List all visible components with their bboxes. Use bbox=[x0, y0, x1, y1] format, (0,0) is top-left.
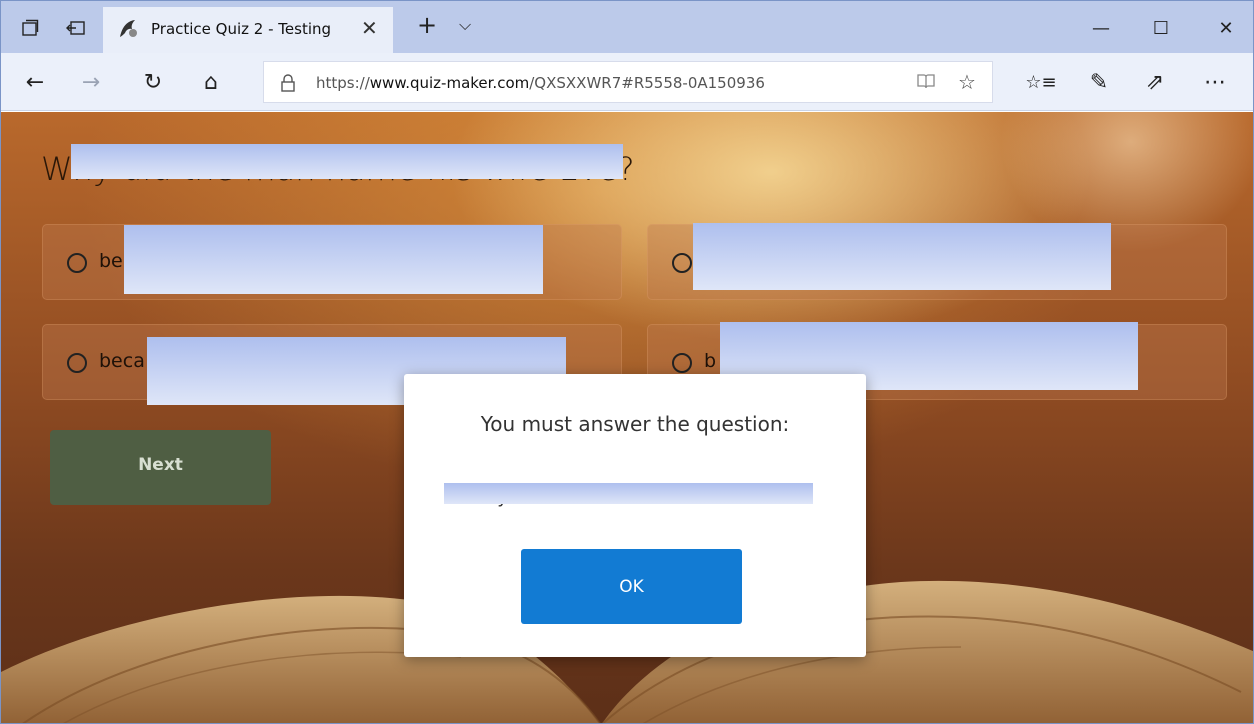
more-icon[interactable]: ⋯ bbox=[1197, 66, 1233, 98]
address-bar[interactable]: https://www.quiz-maker.com/QXSXXWR7#R555… bbox=[263, 61, 993, 103]
browser-window: Practice Quiz 2 - Testing ✕ + ⌵ — ☐ ✕ ← … bbox=[0, 0, 1254, 724]
home-icon[interactable]: ⌂ bbox=[193, 66, 229, 98]
url-host: www.quiz-maker.com bbox=[369, 74, 530, 92]
maximize-button[interactable]: ☐ bbox=[1141, 13, 1181, 43]
minimize-button[interactable]: — bbox=[1081, 13, 1121, 43]
active-tab[interactable]: Practice Quiz 2 - Testing ✕ bbox=[103, 7, 393, 53]
chevron-down-icon[interactable]: ⌵ bbox=[459, 15, 471, 35]
redaction-box bbox=[124, 225, 543, 294]
dialog-message: You must answer the question: bbox=[480, 412, 790, 436]
option-text: beca bbox=[99, 350, 145, 372]
radio-button[interactable] bbox=[672, 353, 692, 373]
back-arrow-icon[interactable]: ← bbox=[17, 66, 53, 98]
url-path: /QXSXXWR7#R5558-0A150936 bbox=[529, 74, 765, 92]
quiz-page: Why did the man name his wife Eve? be be… bbox=[1, 112, 1253, 723]
share-icon[interactable]: ⇗ bbox=[1137, 66, 1173, 98]
url-scheme: https:// bbox=[316, 74, 370, 92]
quiz-maker-favicon bbox=[120, 20, 137, 37]
next-label: Next bbox=[138, 454, 183, 475]
tab-preview-icon[interactable] bbox=[15, 13, 45, 43]
tab-title: Practice Quiz 2 - Testing bbox=[151, 20, 332, 38]
radio-button[interactable] bbox=[67, 353, 87, 373]
redaction-box bbox=[693, 223, 1111, 290]
refresh-icon[interactable]: ↻ bbox=[135, 66, 171, 98]
favorites-list-icon[interactable]: ☆≡ bbox=[1023, 66, 1059, 98]
pen-icon[interactable]: ✎ bbox=[1081, 66, 1117, 98]
set-aside-icon[interactable] bbox=[61, 13, 91, 43]
validation-dialog: You must answer the question: 'Why did t… bbox=[404, 374, 866, 657]
ok-button[interactable]: OK bbox=[521, 549, 742, 624]
plus-icon[interactable]: + bbox=[417, 11, 437, 39]
star-icon[interactable]: ☆ bbox=[958, 70, 976, 94]
book-icon[interactable] bbox=[916, 72, 936, 95]
redaction-box bbox=[444, 483, 813, 504]
radio-button[interactable] bbox=[672, 253, 692, 273]
tab-bar: Practice Quiz 2 - Testing ✕ + ⌵ — ☐ ✕ bbox=[1, 1, 1253, 53]
url-text: https://www.quiz-maker.com/QXSXXWR7#R555… bbox=[316, 74, 765, 92]
window-close-button[interactable]: ✕ bbox=[1206, 13, 1246, 43]
option-text: b bbox=[704, 350, 717, 372]
forward-arrow-icon[interactable]: → bbox=[73, 66, 109, 98]
navigation-bar: ← → ↻ ⌂ https://www.quiz-maker.com/QXSXX… bbox=[1, 53, 1253, 111]
option-text: be bbox=[99, 250, 123, 272]
radio-button[interactable] bbox=[67, 253, 87, 273]
redaction-box bbox=[71, 144, 623, 179]
next-button[interactable]: Next bbox=[50, 430, 271, 505]
close-icon[interactable]: ✕ bbox=[361, 16, 378, 40]
lock-icon bbox=[281, 74, 295, 92]
